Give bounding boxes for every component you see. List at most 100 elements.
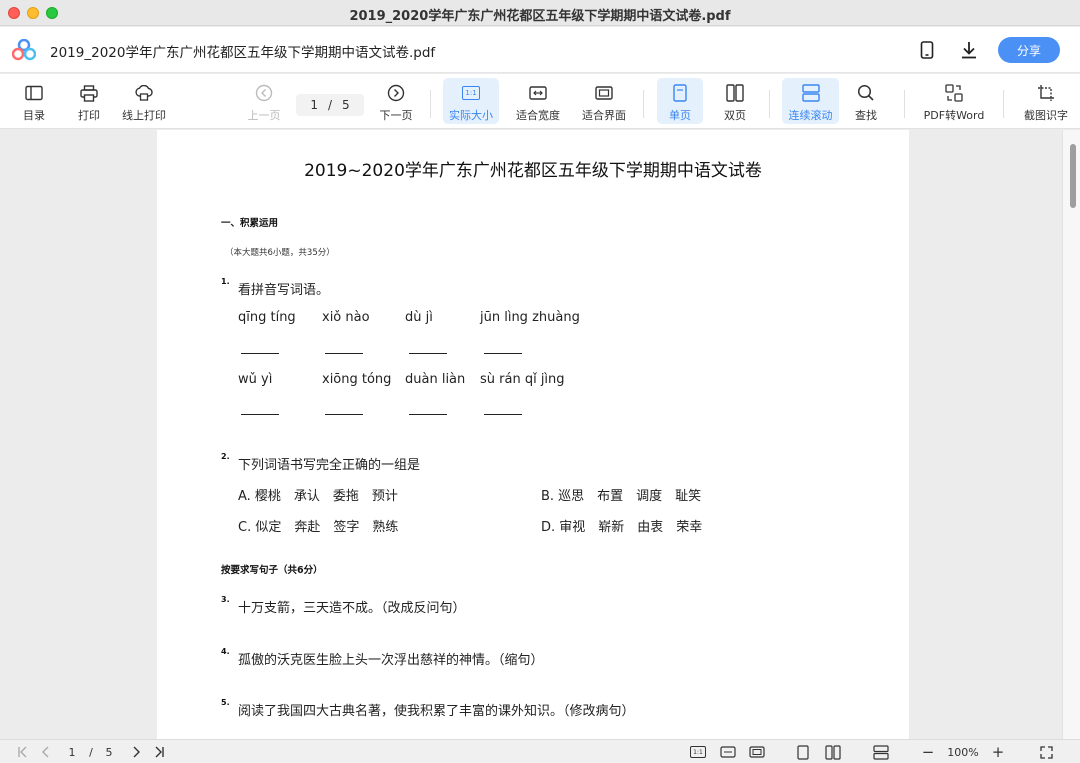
question-text: 孤傲的沃克医生脸上头一次浮出慈祥的神情。（缩句）	[238, 653, 544, 668]
crop-icon	[1037, 81, 1055, 105]
page-number-field[interactable]: 1 / 5	[296, 94, 364, 116]
answer-option: B. 巡思 布置 调度 耻笑	[541, 489, 702, 504]
fit-width-label: 适合宽度	[516, 109, 560, 122]
continuous-scroll-button[interactable]: 连续滚动	[782, 78, 839, 124]
single-page-button[interactable]: 单页	[657, 78, 703, 124]
fit-width-icon	[529, 81, 547, 105]
pdf-page: 2019~2020学年广东广州花都区五年级下学期期中语文试卷 一、积累运用 （本…	[157, 130, 909, 739]
question-number: 1.	[221, 277, 230, 286]
double-page-icon[interactable]	[823, 744, 843, 760]
continuous-scroll-label: 连续滚动	[788, 109, 833, 122]
status-page-current[interactable]: 1	[64, 744, 80, 760]
last-page-icon[interactable]	[150, 744, 168, 760]
fit-page-button[interactable]: 适合界面	[578, 78, 630, 124]
toc-label: 目录	[23, 109, 45, 122]
actual-size-button[interactable]: 1:1 实际大小	[443, 78, 499, 124]
phone-icon[interactable]	[915, 38, 939, 62]
question-text: 阅读了我国四大古典名著，使我积累了丰富的课外知识。（修改病句）	[238, 704, 635, 719]
question-text: 十万支箭，三天造不成。（改成反问句）	[238, 601, 466, 616]
pinyin: wǔ yì	[238, 372, 273, 387]
app-header: 2019_2020学年广东广州花都区五年级下学期期中语文试卷.pdf 分享	[0, 27, 1080, 73]
pinyin: qīng tíng	[238, 310, 296, 325]
answer-blank[interactable]	[325, 353, 363, 354]
pinyin: jūn lìng zhuàng	[480, 310, 580, 325]
toolbar-divider	[1003, 90, 1004, 118]
page-total: 5	[342, 98, 350, 112]
share-button[interactable]: 分享	[998, 37, 1060, 63]
single-page-icon[interactable]	[794, 744, 812, 760]
scrollbar-thumb[interactable]	[1070, 144, 1076, 208]
actual-size-icon[interactable]: 1:1	[688, 744, 708, 760]
answer-blank[interactable]	[241, 353, 279, 354]
fit-page-icon[interactable]	[747, 744, 767, 760]
zoom-level: 100%	[947, 745, 979, 759]
answer-option: D. 审视 崭新 由衷 荣幸	[541, 520, 703, 535]
app-logo-icon	[12, 39, 36, 61]
toc-button[interactable]: 目录	[14, 78, 54, 124]
download-icon[interactable]	[957, 38, 981, 62]
actual-size-label: 实际大小	[449, 109, 493, 122]
double-page-button[interactable]: 双页	[712, 78, 758, 124]
pdf-to-word-button[interactable]: PDF转Word	[920, 78, 988, 124]
pinyin: sù rán qǐ jìng	[480, 372, 565, 387]
answer-blank[interactable]	[484, 353, 522, 354]
zoom-out-button[interactable]: −	[920, 743, 936, 761]
prev-page-button[interactable]: 上一页	[244, 78, 284, 124]
page-separator: /	[327, 98, 333, 112]
pinyin: xiǒ nào	[322, 310, 370, 325]
search-icon	[857, 81, 875, 105]
cloud-print-icon	[134, 81, 154, 105]
title-bar: 2019_2020学年广东广州花都区五年级下学期期中语文试卷.pdf	[0, 0, 1080, 26]
toolbar: 目录 打印 线上打印 上一页 下一页 1:1 实际大小 适合宽度 适合界面 单页…	[0, 74, 1080, 129]
pinyin: dù jì	[405, 310, 433, 325]
status-page-total: 5	[105, 745, 113, 759]
online-print-label: 线上打印	[122, 109, 166, 122]
double-page-label: 双页	[724, 109, 746, 122]
answer-blank[interactable]	[484, 414, 522, 415]
online-print-button[interactable]: 线上打印	[118, 78, 170, 124]
answer-blank[interactable]	[409, 414, 447, 415]
double-page-icon	[726, 81, 744, 105]
prev-page-icon[interactable]	[38, 744, 54, 760]
fit-page-icon	[595, 81, 613, 105]
print-label: 打印	[78, 109, 100, 122]
toolbar-divider	[769, 90, 770, 118]
answer-blank[interactable]	[409, 353, 447, 354]
fit-width-icon[interactable]	[718, 744, 738, 760]
first-page-icon[interactable]	[14, 744, 32, 760]
question-number: 4.	[221, 647, 230, 656]
fit-page-label: 适合界面	[582, 109, 626, 122]
question-number: 3.	[221, 595, 230, 604]
document-viewport[interactable]: 2019~2020学年广东广州花都区五年级下学期期中语文试卷 一、积累运用 （本…	[0, 130, 1080, 739]
next-page-label: 下一页	[379, 109, 413, 122]
ocr-button[interactable]: 截图识字	[1018, 78, 1074, 124]
vertical-scrollbar[interactable]	[1062, 130, 1080, 739]
question-text: 看拼音写词语。	[238, 283, 330, 298]
continuous-scroll-icon[interactable]	[871, 744, 891, 760]
toolbar-divider	[430, 90, 431, 118]
chevron-left-circle-icon	[255, 81, 273, 105]
fit-width-button[interactable]: 适合宽度	[512, 78, 564, 124]
answer-blank[interactable]	[325, 414, 363, 415]
toolbar-divider	[904, 90, 905, 118]
page-current: 1	[310, 98, 318, 112]
zoom-in-button[interactable]: +	[990, 743, 1006, 761]
actual-size-icon: 1:1	[462, 81, 480, 105]
status-bar: 1 / 5 1:1 − 100% +	[0, 739, 1080, 763]
answer-option: A. 樱桃 承认 委拖 预计	[238, 489, 398, 504]
chevron-right-circle-icon	[387, 81, 405, 105]
question-number: 2.	[221, 452, 230, 461]
section-heading: 一、积累运用	[221, 218, 279, 229]
search-button[interactable]: 查找	[846, 78, 886, 124]
print-button[interactable]: 打印	[70, 78, 108, 124]
answer-option: C. 似定 奔赴 签字 熟练	[238, 520, 399, 535]
next-page-button[interactable]: 下一页	[376, 78, 416, 124]
toolbar-divider	[643, 90, 644, 118]
question-text: 下列词语书写完全正确的一组是	[238, 458, 421, 473]
pinyin: duàn liàn	[405, 372, 466, 387]
next-page-icon[interactable]	[128, 744, 144, 760]
printer-icon	[80, 81, 98, 105]
pinyin: xiōng tóng	[322, 372, 392, 387]
answer-blank[interactable]	[241, 414, 279, 415]
fullscreen-icon[interactable]	[1037, 744, 1055, 760]
